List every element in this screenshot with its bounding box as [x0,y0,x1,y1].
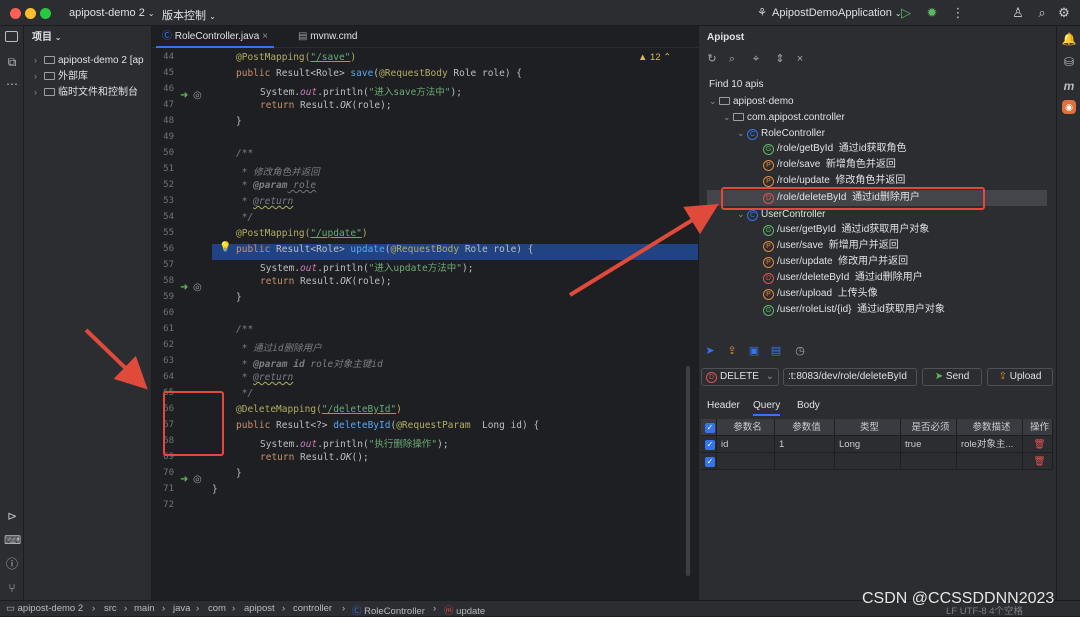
annotation-arrow [84,328,148,390]
annotation-arrows [84,203,719,390]
annotation-arrow [568,203,719,297]
watermark-text: CSDN @CCSSDDNN2023 [862,590,1055,607]
